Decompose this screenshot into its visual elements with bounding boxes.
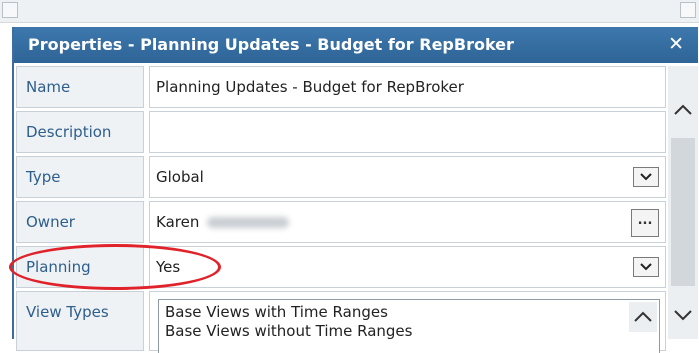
properties-panel: Properties - Planning Updates - Budget f…	[12, 27, 698, 353]
redacted-surname	[207, 217, 290, 228]
planning-value: Yes	[156, 258, 181, 276]
view-types-option[interactable]: Base Views without Time Ranges	[159, 322, 659, 341]
owner-field[interactable]: Karen ...	[149, 201, 666, 243]
window-top-strip	[0, 0, 699, 23]
scroll-down-button[interactable]	[668, 299, 698, 335]
property-row-planning: Planning Yes	[16, 246, 666, 288]
type-label: Type	[16, 156, 144, 198]
chevron-up-icon	[634, 311, 652, 322]
view-types-label-text: View Types	[26, 303, 109, 321]
property-row-view-types: View Types Base Views with Time Ranges B…	[16, 291, 666, 353]
name-value: Planning Updates - Budget for RepBroker	[156, 78, 464, 96]
panel-scrollbar[interactable]	[668, 66, 698, 339]
name-label: Name	[16, 66, 144, 108]
properties-grid: Name Planning Updates - Budget for RepBr…	[16, 66, 666, 353]
planning-select[interactable]: Yes	[149, 246, 666, 288]
description-label: Description	[16, 111, 144, 153]
scroll-thumb[interactable]	[671, 138, 695, 286]
scroll-up-button[interactable]	[668, 94, 698, 130]
chevron-down-icon	[640, 173, 652, 181]
name-field[interactable]: Planning Updates - Budget for RepBroker	[149, 66, 666, 108]
property-row-type: Type Global	[16, 156, 666, 198]
owner-browse-button[interactable]: ...	[631, 209, 659, 237]
property-row-name: Name Planning Updates - Budget for RepBr…	[16, 66, 666, 108]
panel-titlebar: Properties - Planning Updates - Budget f…	[14, 27, 698, 63]
property-row-description: Description	[16, 111, 666, 153]
view-types-option[interactable]: Base Views with Time Ranges	[159, 303, 659, 322]
property-row-owner: Owner Karen ...	[16, 201, 666, 243]
owner-label: Owner	[16, 201, 144, 243]
view-types-label: View Types	[16, 291, 144, 351]
view-types-listbox[interactable]: Base Views with Time Ranges Base Views w…	[158, 299, 660, 353]
view-types-field: Base Views with Time Ranges Base Views w…	[149, 291, 666, 353]
panel-title: Properties - Planning Updates - Budget f…	[28, 35, 514, 54]
close-icon[interactable]: ✕	[668, 33, 684, 55]
planning-dropdown-button[interactable]	[633, 257, 659, 277]
chevron-down-icon	[674, 310, 692, 321]
checkbox-left[interactable]	[2, 2, 18, 18]
type-value: Global	[156, 168, 204, 186]
chevron-down-icon	[640, 263, 652, 271]
owner-value: Karen	[156, 213, 200, 231]
type-select[interactable]: Global	[149, 156, 666, 198]
planning-label: Planning	[16, 246, 144, 288]
checkbox-right[interactable]	[680, 2, 696, 18]
chevron-up-icon	[674, 104, 692, 115]
type-dropdown-button[interactable]	[633, 167, 659, 187]
description-field[interactable]	[149, 111, 666, 153]
listbox-scroll-up-button[interactable]	[629, 302, 657, 332]
